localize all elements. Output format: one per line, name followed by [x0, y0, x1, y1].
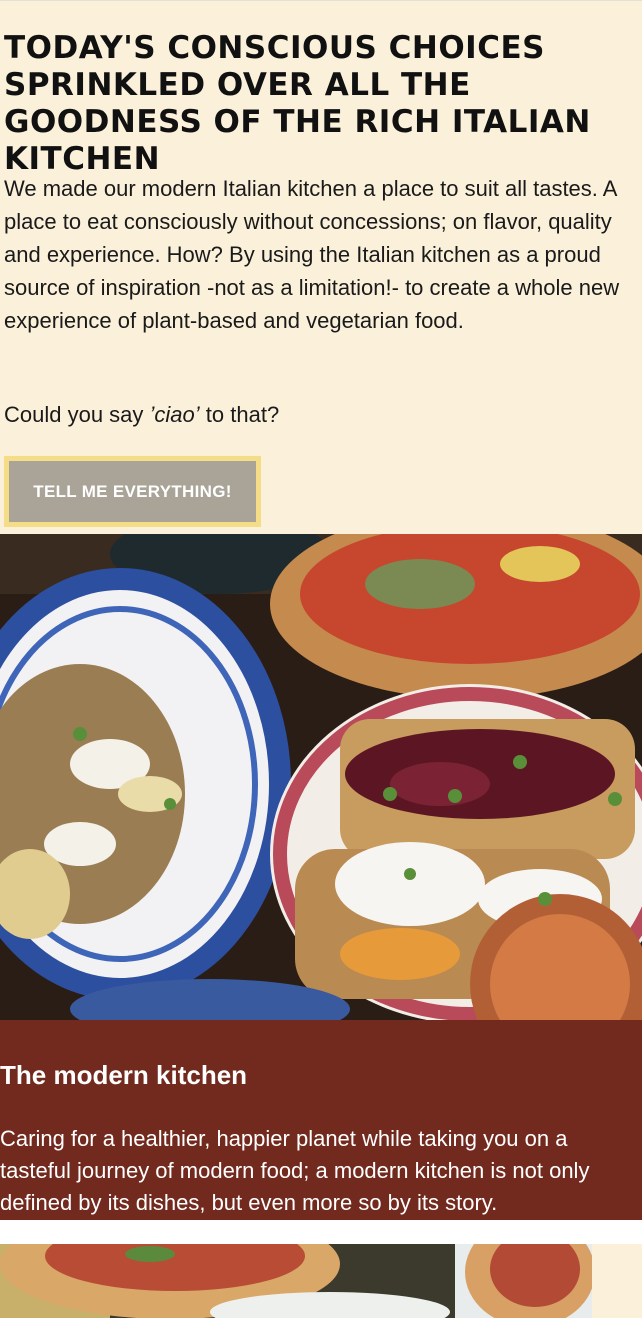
question-suffix: to that? — [199, 402, 280, 427]
question-prefix: Could you say — [4, 402, 150, 427]
question-emphasis: ’ciao’ — [149, 402, 200, 427]
pizza-image-strip — [0, 1244, 642, 1318]
page-headline: TODAY'S CONSCIOUS CHOICES SPRINKLED OVER… — [4, 30, 591, 177]
section-title: The modern kitchen — [0, 1060, 248, 1090]
food-spread-image — [0, 534, 642, 1020]
section-divider — [0, 1220, 642, 1244]
intro-paragraph: We made our modern Italian kitchen a pla… — [4, 176, 620, 333]
intro-question: Could you say ’ciao’ to that? — [4, 398, 634, 431]
section-text: Caring for a healthier, happier planet w… — [0, 1126, 590, 1215]
tell-me-everything-button[interactable]: TELL ME EVERYTHING! — [4, 456, 261, 527]
